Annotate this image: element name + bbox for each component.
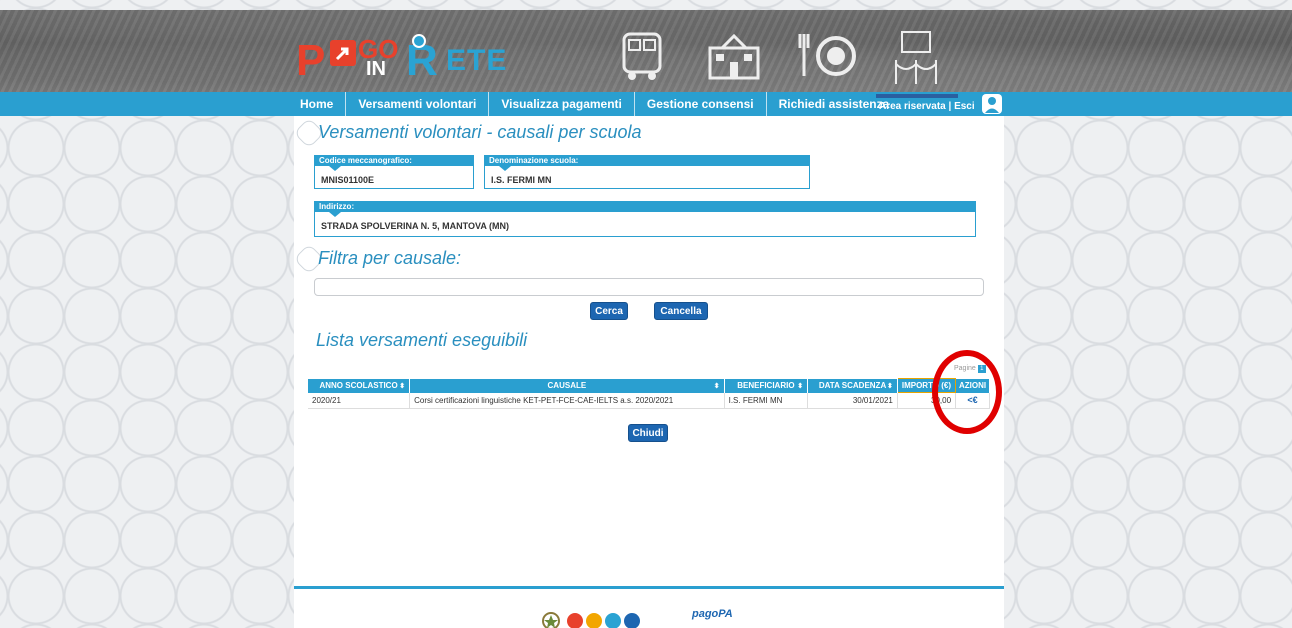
table-row: 2020/21 Corsi certificazioni linguistich… [308,392,990,409]
codice-meccanografico-field: Codice meccanografico: MNIS01100E [314,155,474,189]
list-title: Lista versamenti eseguibili [316,330,528,350]
sort-icon: ⬍ [797,382,804,390]
user-area: Area riservata | Esci [876,92,1004,116]
user-area-bar [876,94,958,98]
chalk-icons [620,30,980,90]
emblem-icon [542,612,560,628]
cursor-arrow-icon [330,40,356,66]
nav-home[interactable]: Home [300,92,345,116]
footer-divider [294,586,1004,589]
cell-anno: 2020/21 [308,392,411,409]
school-building-icon [708,33,760,80]
nav-visualizza-pagamenti[interactable]: Visualizza pagamenti [488,92,634,116]
cutlery-plate-icon [798,34,856,76]
nav-versamenti-volontari[interactable]: Versamenti volontari [345,92,488,116]
logo-in: IN [366,58,386,80]
sort-icon: ⬍ [886,382,893,390]
cell-beneficiario: I.S. FERMI MN [724,392,809,409]
indirizzo-value: STRADA SPOLVERINA N. 5, MANTOVA (MN) [321,221,510,231]
user-avatar-icon[interactable] [982,94,1002,114]
logo-letter-p: P [296,36,325,85]
main-navbar: Home Versamenti volontari Visualizza pag… [0,92,1292,116]
cell-scadenza: 30/01/2021 [807,392,898,409]
chiudi-button[interactable]: Chiudi [628,424,668,442]
col-data-scadenza[interactable]: DATA SCADENZA ⬍ [807,378,898,393]
col-causale[interactable]: CAUSALE ⬍ [409,378,725,393]
nav-gestione-consensi[interactable]: Gestione consensi [633,92,766,116]
miur-logo-icon [567,613,640,628]
denominazione-scuola-field: Denominazione scuola: I.S. FERMI MN [484,155,810,189]
sort-icon: ⬍ [399,382,406,390]
sort-icon: ⬍ [713,382,720,390]
indirizzo-label: Indirizzo: [315,202,975,217]
pagopa-logo: pagoPA [692,608,733,620]
page-title-text: Versamenti volontari - causali per scuol… [318,122,642,142]
filter-title: Filtra per causale: [293,243,462,275]
col-scadenza-label: DATA SCADENZA [818,381,887,390]
cancella-button[interactable]: Cancella [654,302,708,320]
denominazione-label: Denominazione scuola: [485,156,809,171]
col-beneficiario-label: BENEFICIARIO [737,381,795,390]
nav-menu: Home Versamenti volontari Visualizza pag… [300,92,901,116]
causale-filter-input[interactable] [314,278,984,296]
col-causale-label: CAUSALE [547,381,587,390]
school-bus-icon [622,32,662,80]
pago-in-rete-logo[interactable]: P GO IN R ETE [296,32,516,86]
versamenti-table: ANNO SCOLASTICO ⬍ CAUSALE ⬍ BENEFICIARIO ⬍ … [308,378,990,409]
indirizzo-field: Indirizzo: STRADA SPOLVERINA N. 5, MANTO… [314,201,976,237]
col-anno-label: ANNO SCOLASTICO [319,381,398,390]
main-panel: Versamenti volontari - causali per scuol… [293,116,1004,628]
codice-label: Codice meccanografico: [315,156,473,171]
page-title: Versamenti volontari - causali per scuol… [293,117,642,149]
col-anno-scolastico[interactable]: ANNO SCOLASTICO ⬍ [308,378,411,393]
col-beneficiario[interactable]: BENEFICIARIO ⬍ [724,378,809,393]
area-riservata-esci-link[interactable]: Area riservata | Esci [879,101,975,112]
cerca-button[interactable]: Cerca [590,302,628,320]
cell-causale: Corsi certificazioni linguistiche KET-PE… [409,392,725,409]
logo-ete: ETE [446,44,508,77]
ball-icon [412,34,426,48]
denominazione-value: I.S. FERMI MN [491,175,552,185]
filter-title-text: Filtra per causale: [318,248,462,268]
table-header-row: ANNO SCOLASTICO ⬍ CAUSALE ⬍ BENEFICIARIO ⬍ … [308,378,990,393]
header-banner: P GO IN R ETE [0,10,1292,92]
red-highlight-circle [932,350,1002,434]
museum-frame-icon [895,31,937,84]
